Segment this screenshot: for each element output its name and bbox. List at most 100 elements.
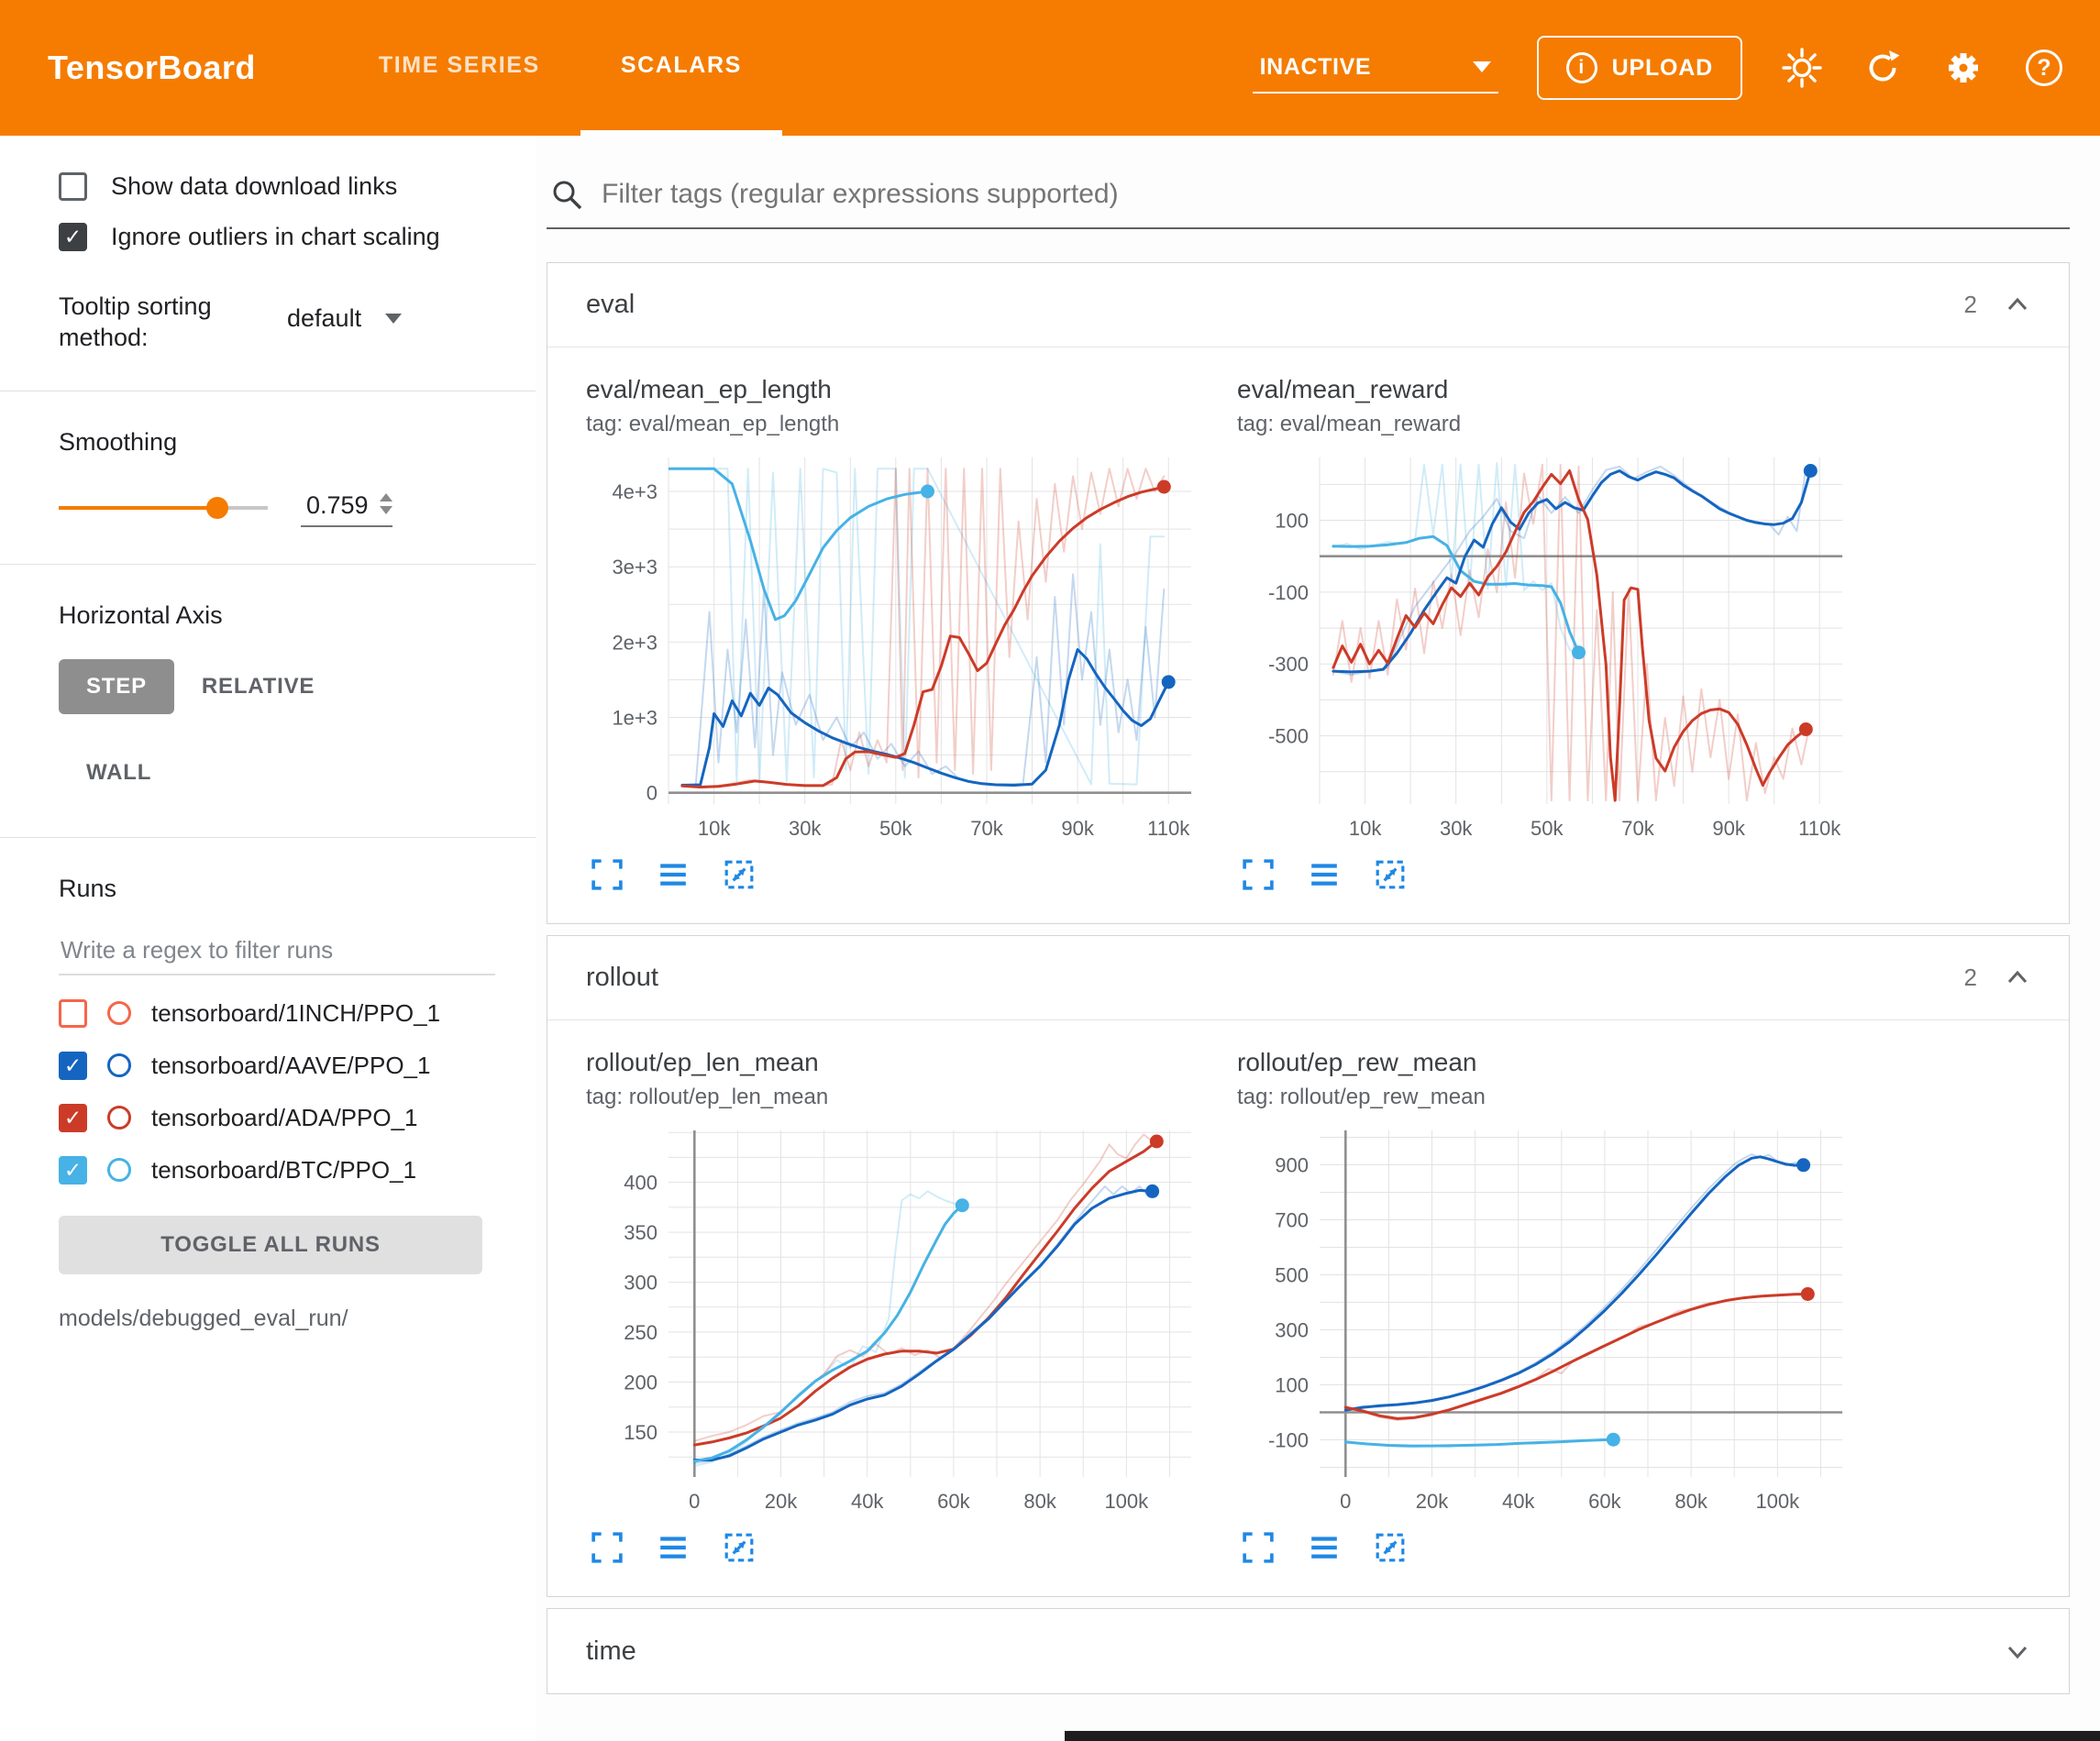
section-count: 2: [1964, 291, 1977, 319]
axis-option[interactable]: RELATIVE: [174, 659, 342, 714]
chevron-down-icon[interactable]: [2005, 1638, 2030, 1664]
svg-text:10k: 10k: [698, 817, 731, 840]
svg-text:-100: -100: [1268, 581, 1309, 604]
svg-text:80k: 80k: [1674, 1490, 1708, 1513]
svg-text:2e+3: 2e+3: [612, 631, 658, 654]
brightness-icon[interactable]: [1781, 47, 1823, 89]
svg-text:300: 300: [624, 1272, 658, 1295]
search-icon: [550, 178, 583, 211]
run-checkbox[interactable]: ✓: [59, 1156, 87, 1185]
svg-text:70k: 70k: [970, 817, 1003, 840]
svg-text:-500: -500: [1268, 725, 1309, 748]
smoothing-label: Smoothing: [59, 428, 495, 457]
chart-toolbar: [1241, 857, 1883, 892]
tab-time-series[interactable]: TIME SERIES: [338, 0, 580, 136]
svg-text:90k: 90k: [1061, 817, 1094, 840]
axis-option[interactable]: STEP: [59, 659, 174, 714]
help-icon[interactable]: ?: [2023, 47, 2065, 89]
tooltip-sorting-value: default: [287, 304, 361, 333]
smoothing-slider-thumb[interactable]: [206, 497, 228, 519]
upload-button[interactable]: i UPLOAD: [1537, 36, 1742, 100]
smoothing-value-input[interactable]: 0.759: [301, 488, 392, 527]
fit-domain-icon[interactable]: [722, 1530, 757, 1565]
svg-text:150: 150: [624, 1421, 658, 1444]
fit-domain-icon[interactable]: [1373, 857, 1408, 892]
show-download-links-row: Show data download links: [59, 172, 495, 201]
charts-row: rollout/ep_len_mean tag: rollout/ep_len_…: [547, 1020, 2069, 1596]
svg-text:10k: 10k: [1349, 817, 1382, 840]
line-chart[interactable]: 020k40k60k80k100k-100100300500700900: [1232, 1118, 1855, 1521]
tooltip-sorting-dropdown[interactable]: default: [283, 299, 405, 338]
reload-status-label: INACTIVE: [1260, 54, 1371, 81]
fit-domain-icon[interactable]: [722, 857, 757, 892]
tooltip-sorting-label: Tooltip sorting method:: [59, 292, 256, 354]
chevron-up-icon[interactable]: [2005, 965, 2030, 991]
toggle-all-runs-button[interactable]: TOGGLE ALL RUNS: [59, 1216, 482, 1274]
section-header-eval[interactable]: eval 2: [547, 263, 2069, 347]
line-chart[interactable]: 10k30k50k70k90k110k100-100-300-500: [1232, 445, 1855, 848]
chart-title: eval/mean_ep_length: [586, 375, 1232, 404]
svg-text:20k: 20k: [765, 1490, 798, 1513]
svg-text:50k: 50k: [879, 817, 912, 840]
chart-runs-menu-icon[interactable]: [1307, 857, 1342, 892]
run-color-circle: [107, 1053, 131, 1077]
settings-gear-icon[interactable]: [1942, 47, 1984, 89]
svg-text:-100: -100: [1268, 1429, 1309, 1452]
chart-toolbar: [590, 1530, 1232, 1565]
svg-text:80k: 80k: [1023, 1490, 1056, 1513]
chart-card: rollout/ep_len_mean tag: rollout/ep_len_…: [580, 1048, 1232, 1565]
run-checkbox[interactable]: [59, 999, 87, 1028]
expand-chart-icon[interactable]: [1241, 1530, 1276, 1565]
fit-domain-icon[interactable]: [1373, 1530, 1408, 1565]
chart-card: eval/mean_ep_length tag: eval/mean_ep_le…: [580, 375, 1232, 892]
section-header-rollout[interactable]: rollout 2: [547, 936, 2069, 1020]
svg-text:90k: 90k: [1712, 817, 1745, 840]
refresh-icon[interactable]: [1862, 47, 1904, 89]
smoothing-slider[interactable]: [59, 493, 268, 522]
chart-tag: tag: rollout/ep_len_mean: [586, 1085, 1232, 1110]
divider: [0, 837, 536, 838]
svg-text:60k: 60k: [1588, 1490, 1621, 1513]
smoothing-slider-fill: [59, 506, 217, 510]
svg-text:900: 900: [1275, 1154, 1309, 1177]
svg-text:60k: 60k: [937, 1490, 970, 1513]
svg-text:100: 100: [1275, 510, 1309, 533]
stepper-arrows[interactable]: [380, 493, 392, 514]
run-label: tensorboard/AAVE/PPO_1: [151, 1052, 430, 1080]
chart-toolbar: [590, 857, 1232, 892]
chart-title: rollout/ep_rew_mean: [1237, 1048, 1883, 1077]
divider: [0, 564, 536, 565]
svg-text:30k: 30k: [789, 817, 822, 840]
tag-filter-input[interactable]: [602, 179, 2066, 210]
reload-status-dropdown[interactable]: INACTIVE: [1253, 43, 1498, 94]
run-label: tensorboard/ADA/PPO_1: [151, 1104, 418, 1132]
svg-text:3e+3: 3e+3: [612, 556, 658, 578]
svg-text:0: 0: [1340, 1490, 1351, 1513]
line-chart[interactable]: 020k40k60k80k100k150200250300350400: [580, 1118, 1204, 1521]
axis-option[interactable]: WALL: [59, 745, 179, 800]
chevron-up-icon[interactable]: [2005, 292, 2030, 318]
run-color-circle: [107, 1001, 131, 1025]
chart-runs-menu-icon[interactable]: [656, 1530, 691, 1565]
sidebar-checkbox[interactable]: ✓: [59, 223, 87, 251]
svg-text:20k: 20k: [1416, 1490, 1449, 1513]
upload-label: UPLOAD: [1612, 55, 1713, 82]
section-header-time[interactable]: time: [547, 1609, 2069, 1693]
ignore-outliers-row: ✓ Ignore outliers in chart scaling: [59, 223, 495, 251]
info-icon: i: [1566, 52, 1597, 83]
svg-text:350: 350: [624, 1221, 658, 1244]
expand-chart-icon[interactable]: [590, 857, 624, 892]
expand-chart-icon[interactable]: [1241, 857, 1276, 892]
runs-filter-input[interactable]: [59, 927, 495, 975]
svg-text:110k: 110k: [1798, 817, 1841, 840]
run-checkbox[interactable]: ✓: [59, 1052, 87, 1080]
expand-chart-icon[interactable]: [590, 1530, 624, 1565]
tab-scalars[interactable]: SCALARS: [580, 0, 782, 136]
partially-visible-bottom-element: [1065, 1731, 2100, 1741]
run-checkbox[interactable]: ✓: [59, 1104, 87, 1132]
sidebar-checkbox[interactable]: [59, 172, 87, 201]
line-chart[interactable]: 10k30k50k70k90k110k01e+32e+33e+34e+3: [580, 445, 1204, 848]
chart-runs-menu-icon[interactable]: [1307, 1530, 1342, 1565]
chart-runs-menu-icon[interactable]: [656, 857, 691, 892]
run-row: ✓ tensorboard/ADA/PPO_1: [59, 1104, 495, 1132]
